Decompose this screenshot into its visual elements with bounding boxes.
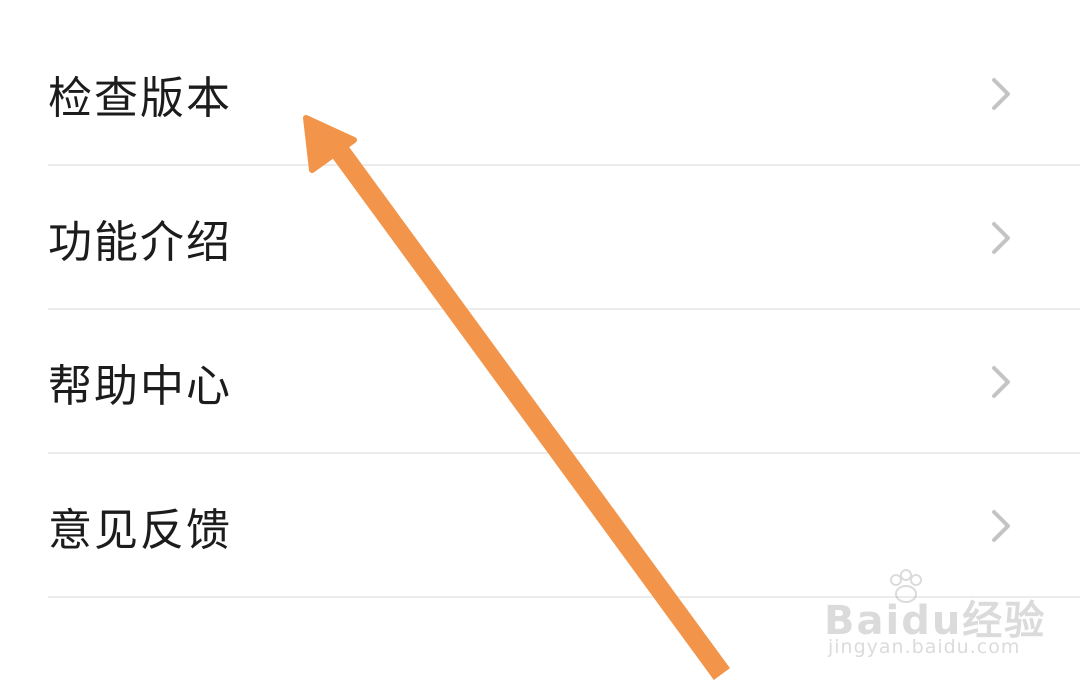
menu-item-label: 功能介绍 [48,217,232,268]
settings-menu-list: 检查版本 功能介绍 帮助中心 意见反馈 [0,22,1080,598]
menu-item-feature-intro[interactable]: 功能介绍 [0,166,1080,310]
menu-item-help-center[interactable]: 帮助中心 [0,310,1080,454]
chevron-right-icon [992,222,1010,254]
chevron-right-icon [992,510,1010,542]
watermark: Baidu经验 jingyan.baidu.com [824,569,1044,672]
menu-item-label: 检查版本 [48,73,232,124]
menu-item-check-version[interactable]: 检查版本 [0,22,1080,166]
watermark-url: jingyan.baidu.com [828,636,1021,658]
chevron-right-icon [992,78,1010,110]
menu-item-label: 意见反馈 [48,505,232,556]
chevron-right-icon [992,366,1010,398]
menu-item-label: 帮助中心 [48,361,232,412]
settings-screen: 检查版本 功能介绍 帮助中心 意见反馈 Baidu经验 jingyan.baid… [0,0,1080,698]
